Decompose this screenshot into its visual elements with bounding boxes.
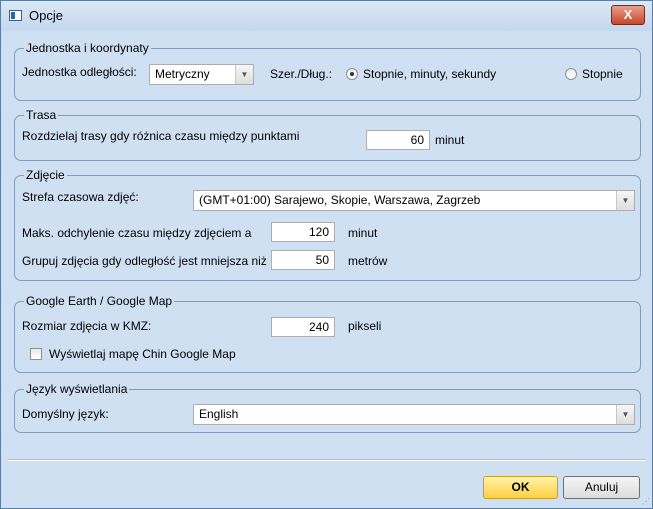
google-legend: Google Earth / Google Map <box>24 294 175 308</box>
radio-degrees[interactable] <box>565 68 577 80</box>
chevron-down-icon[interactable]: ▼ <box>616 405 634 424</box>
route-group: Trasa Rozdzielaj trasy gdy różnica czasu… <box>14 108 641 161</box>
ok-button[interactable]: OK <box>483 476 558 499</box>
max-deviation-input[interactable]: 120 <box>271 222 335 242</box>
route-split-input[interactable]: 60 <box>366 130 430 150</box>
kmz-size-input[interactable]: 240 <box>271 317 335 337</box>
distance-unit-value: Metryczny <box>155 67 210 81</box>
radio-dms-label[interactable]: Stopnie, minuty, sekundy <box>363 67 496 81</box>
radio-degrees-label[interactable]: Stopnie <box>582 67 623 81</box>
default-language-label: Domyślny język: <box>22 407 109 421</box>
close-button[interactable]: X <box>611 5 645 25</box>
route-split-unit: minut <box>435 133 465 147</box>
units-group: Jednostka i koordynaty Jednostka odległo… <box>14 41 641 101</box>
title-bar[interactable]: Opcje X <box>1 1 652 31</box>
chevron-down-icon[interactable]: ▼ <box>235 65 253 84</box>
coord-format-label: Szer./Dług.: <box>270 67 333 81</box>
google-group: Google Earth / Google Map Rozmiar zdjęci… <box>14 294 641 373</box>
window-title: Opcje <box>29 8 63 23</box>
timezone-select[interactable]: (GMT+01:00) Sarajewo, Skopie, Warszawa, … <box>193 190 635 211</box>
group-distance-label: Grupuj zdjęcia gdy odległość jest mniejs… <box>22 254 267 268</box>
timezone-value: (GMT+01:00) Sarajewo, Skopie, Warszawa, … <box>199 193 481 207</box>
photo-group: Zdjęcie Strefa czasowa zdjęć: (GMT+01:00… <box>14 168 641 281</box>
distance-unit-select[interactable]: Metryczny ▼ <box>149 64 254 85</box>
max-deviation-unit: minut <box>348 226 378 240</box>
photo-legend: Zdjęcie <box>24 168 67 182</box>
dialog-content: Jednostka i koordynaty Jednostka odległo… <box>8 31 645 502</box>
china-map-checkbox[interactable] <box>30 348 42 360</box>
kmz-size-unit: pikseli <box>348 319 382 333</box>
route-split-label: Rozdzielaj trasy gdy różnica czasu międz… <box>22 129 300 143</box>
kmz-size-label: Rozmiar zdjęcia w KMZ: <box>22 319 152 333</box>
route-legend: Trasa <box>24 108 59 122</box>
language-legend: Język wyświetlania <box>24 382 130 396</box>
group-distance-input[interactable]: 50 <box>271 250 335 270</box>
group-distance-unit: metrów <box>348 254 388 268</box>
units-legend: Jednostka i koordynaty <box>24 41 151 55</box>
default-language-value: English <box>199 407 239 421</box>
distance-unit-label: Jednostka odległości: <box>22 65 137 79</box>
resize-grip-icon[interactable]: ⋰ <box>642 498 650 506</box>
china-map-label[interactable]: Wyświetlaj mapę Chin Google Map <box>49 347 236 361</box>
timezone-label: Strefa czasowa zdjęć: <box>22 190 139 204</box>
footer-separator <box>8 459 645 461</box>
default-language-select[interactable]: English ▼ <box>193 404 635 425</box>
max-deviation-label: Maks. odchylenie czasu między zdjęciem a <box>22 226 252 240</box>
options-dialog: Opcje X Jednostka i koordynaty Jednostka… <box>0 0 653 509</box>
chevron-down-icon[interactable]: ▼ <box>616 191 634 210</box>
language-group: Język wyświetlania Domyślny język: Engli… <box>14 382 641 433</box>
radio-dms[interactable] <box>346 68 358 80</box>
app-icon <box>9 10 22 21</box>
cancel-button[interactable]: Anuluj <box>563 476 640 499</box>
